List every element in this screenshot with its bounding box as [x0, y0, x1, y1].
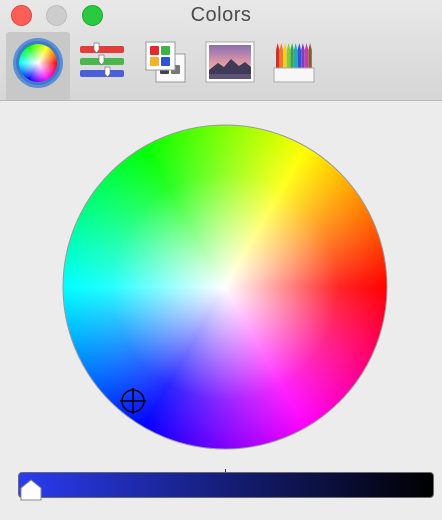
pencils-icon [262, 32, 326, 92]
toolbar: Colors [0, 0, 442, 101]
brightness-slider[interactable] [18, 472, 434, 501]
color-wheel[interactable] [62, 124, 388, 450]
brightness-slider-track[interactable] [18, 472, 434, 498]
brightness-slider-thumb[interactable] [19, 478, 43, 502]
sliders-icon [70, 32, 134, 92]
tab-color-palettes[interactable] [134, 32, 198, 100]
tab-image-palettes[interactable] [198, 32, 262, 100]
image-palette-icon [198, 32, 262, 92]
colors-window: Colors [0, 0, 442, 520]
tab-color-sliders[interactable] [70, 32, 134, 100]
window-title: Colors [190, 4, 252, 26]
tab-color-wheel[interactable] [6, 32, 70, 100]
color-wheel-icon [6, 32, 70, 92]
palettes-icon [134, 32, 198, 92]
tab-pencils[interactable] [262, 32, 326, 100]
